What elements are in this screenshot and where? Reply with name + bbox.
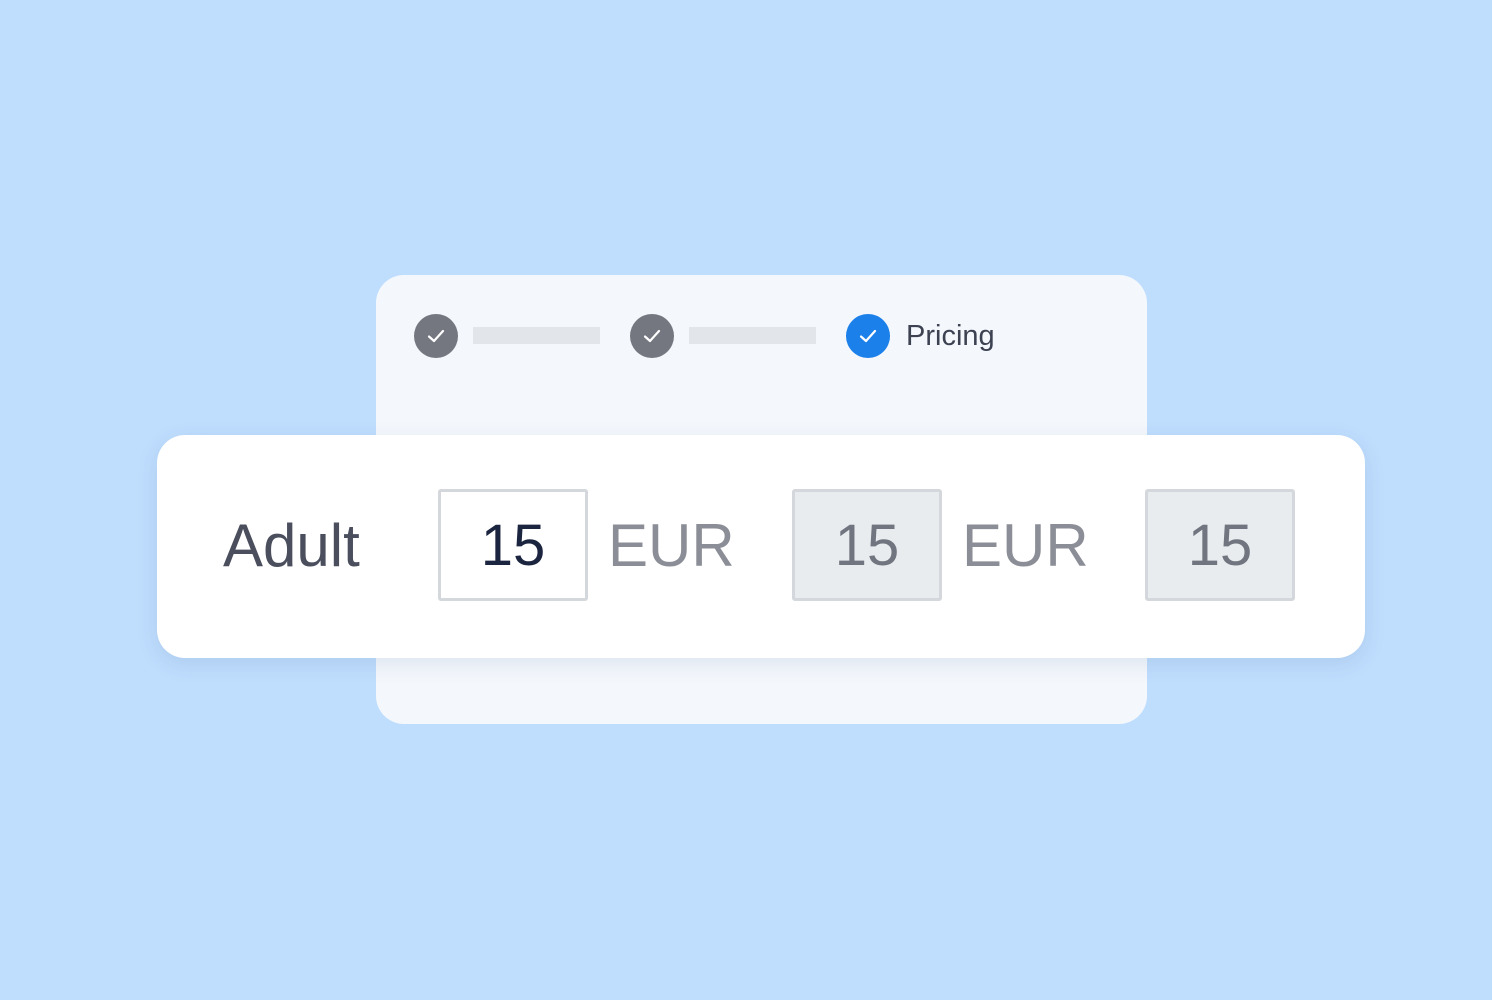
step-1-label-placeholder — [473, 327, 600, 344]
step-1-indicator[interactable] — [414, 314, 458, 358]
step-2-indicator[interactable] — [630, 314, 674, 358]
currency-label: EUR — [962, 512, 1089, 579]
check-icon — [427, 329, 445, 343]
price-readonly-field: 15 — [792, 489, 942, 601]
pricing-row-card: Adult 15 EUR 15 EUR 15 — [157, 435, 1365, 658]
step-3-indicator[interactable] — [846, 314, 890, 358]
step-3-label: Pricing — [906, 320, 995, 352]
price-readonly-field: 15 — [1145, 489, 1295, 601]
step-2-label-placeholder — [689, 327, 816, 344]
ticket-type-label: Adult — [223, 512, 360, 579]
currency-label: EUR — [608, 512, 735, 579]
check-icon — [643, 329, 661, 343]
price-input[interactable]: 15 — [438, 489, 588, 601]
check-icon — [859, 329, 877, 343]
